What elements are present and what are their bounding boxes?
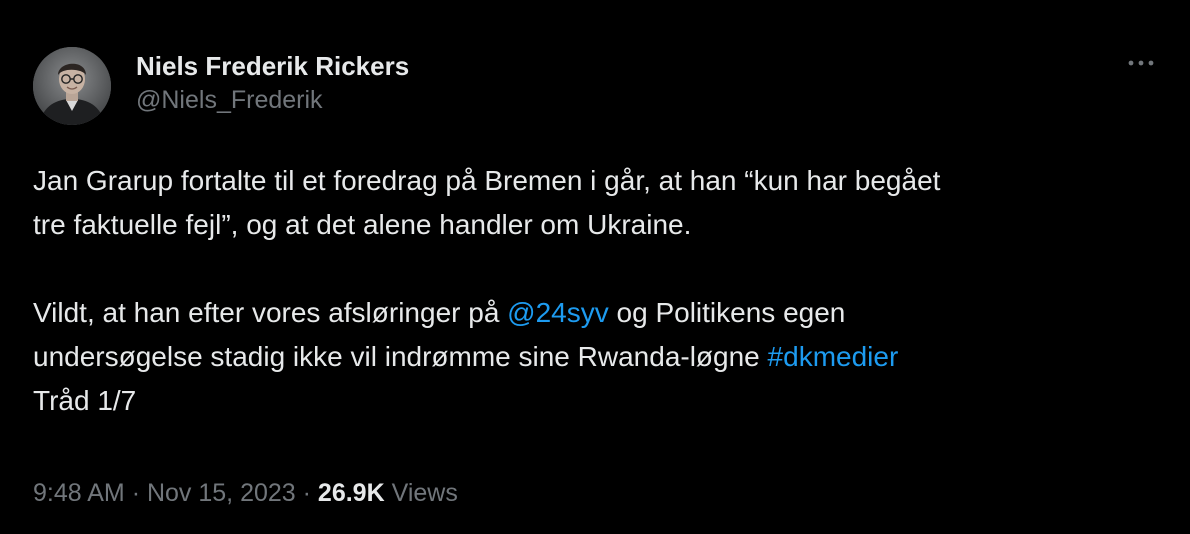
views-count[interactable]: 26.9K [318, 479, 385, 507]
tweet-text-segment: Vildt, at han efter vores afsløringer på [33, 297, 508, 328]
meta-separator: · [302, 479, 311, 507]
tweet-time[interactable]: 9:48 AM [33, 479, 125, 507]
tweet-text-segment: og Politikens egen [608, 297, 846, 328]
tweet-text-line: tre faktuelle fejl”, og at det alene han… [33, 209, 692, 240]
tweet-date[interactable]: Nov 15, 2023 [147, 479, 296, 507]
author-display-name[interactable]: Niels Frederik Rickers [136, 50, 409, 82]
mention-link-24syv[interactable]: @24syv [507, 297, 609, 328]
tweet-text-line: undersøgelse stadig ikke vil indrømme si… [33, 335, 1173, 379]
tweet-text-line: Tråd 1/7 [33, 385, 137, 416]
more-options-button[interactable] [1124, 48, 1160, 78]
tweet-text-line: Vildt, at han efter vores afsløringer på… [33, 291, 1173, 335]
author-handle[interactable]: @Niels_Frederik [136, 84, 409, 116]
tweet-meta: 9:48 AM · Nov 15, 2023 · 26.9K Views [33, 476, 458, 510]
tweet: Niels Frederik Rickers @Niels_Frederik J… [0, 0, 1190, 534]
tweet-text-line: Jan Grarup fortalte til et foredrag på B… [33, 165, 941, 196]
tweet-text: Jan Grarup fortalte til et foredrag på B… [33, 159, 1173, 423]
meta-separator: · [131, 479, 141, 507]
tweet-text-segment: undersøgelse stadig ikke vil indrømme si… [33, 341, 768, 372]
hashtag-link-dkmedier[interactable]: #dkmedier [768, 341, 899, 372]
views-label: Views [391, 479, 458, 507]
author-block: Niels Frederik Rickers @Niels_Frederik [136, 50, 409, 116]
more-horizontal-icon [1128, 60, 1154, 66]
avatar[interactable] [33, 47, 111, 125]
